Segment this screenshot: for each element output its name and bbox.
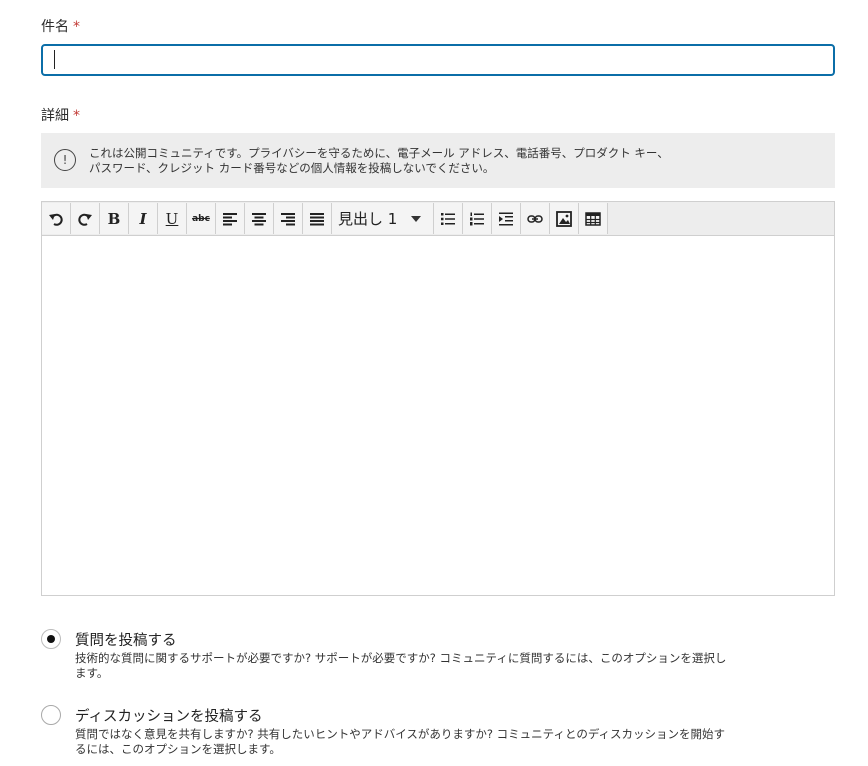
privacy-notice-text: これは公開コミュニティです。プライバシーを守るために、電子メール アドレス、電話…	[89, 146, 669, 175]
subject-label-text: 件名	[41, 19, 69, 35]
justify-button[interactable]	[303, 203, 332, 234]
question-radio[interactable]	[41, 629, 61, 649]
details-label-text: 詳細	[41, 108, 69, 124]
table-button[interactable]	[579, 203, 608, 234]
details-editor[interactable]	[41, 235, 835, 596]
subject-label: 件名 *	[41, 16, 80, 36]
align-left-button[interactable]	[216, 203, 245, 234]
align-center-button[interactable]	[245, 203, 274, 234]
bullet-list-button[interactable]	[434, 203, 463, 234]
undo-button[interactable]	[42, 203, 71, 234]
indent-button[interactable]	[492, 203, 521, 234]
align-right-button[interactable]	[274, 203, 303, 234]
link-button[interactable]	[521, 203, 550, 234]
info-icon: !	[54, 149, 76, 171]
image-button[interactable]	[550, 203, 579, 234]
justify-icon	[310, 212, 324, 225]
privacy-notice: ! これは公開コミュニティです。プライバシーを守るために、電子メール アドレス、…	[41, 133, 835, 188]
numbered-list-button[interactable]	[463, 203, 492, 234]
redo-icon	[78, 213, 92, 226]
italic-button[interactable]: I	[129, 203, 158, 234]
indent-icon	[499, 212, 513, 225]
required-mark: *	[73, 108, 80, 124]
chevron-down-icon	[411, 215, 422, 222]
image-icon	[556, 210, 572, 227]
question-description: 技術的な質問に関するサポートが必要ですか? サポートが必要ですか? コミュニティ…	[75, 651, 727, 680]
strikethrough-button[interactable]: abc	[187, 203, 216, 234]
numbered-list-icon	[470, 212, 484, 225]
details-label: 詳細 *	[41, 105, 80, 125]
question-title: 質問を投稿する	[75, 633, 177, 649]
table-icon	[585, 211, 601, 226]
discussion-description: 質問ではなく意見を共有しますか? 共有したいヒントやアドバイスがありますか? コ…	[75, 727, 726, 756]
undo-icon	[49, 213, 63, 226]
bold-button[interactable]: B	[100, 203, 129, 234]
required-mark: *	[73, 19, 80, 35]
align-right-icon	[281, 212, 295, 225]
link-icon	[527, 214, 543, 223]
redo-button[interactable]	[71, 203, 100, 234]
underline-button[interactable]: U	[158, 203, 187, 234]
text-caret	[54, 50, 55, 69]
subject-input[interactable]	[41, 44, 835, 76]
discussion-title: ディスカッションを投稿する	[75, 709, 263, 725]
heading-select-value: 見出し 1	[338, 210, 398, 228]
align-center-icon	[252, 212, 266, 225]
heading-select[interactable]: 見出し 1	[332, 203, 434, 234]
align-left-icon	[223, 212, 237, 225]
discussion-radio[interactable]	[41, 705, 61, 725]
bullet-list-icon	[441, 212, 455, 225]
editor-toolbar: B I U abc 見出し 1	[41, 201, 835, 235]
